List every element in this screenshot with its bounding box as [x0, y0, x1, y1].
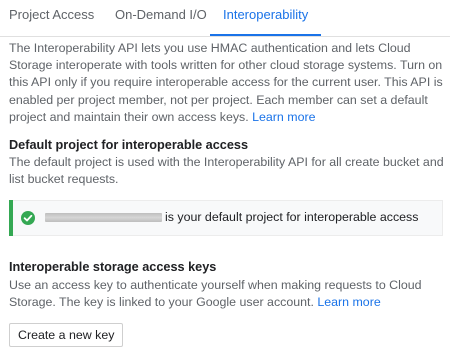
create-new-key-button[interactable]: Create a new key — [9, 323, 124, 347]
active-tab-indicator — [210, 34, 321, 36]
tab-bar: Project Access On-Demand I/O Interoperab… — [0, 0, 450, 37]
intro-learn-more-link[interactable]: Learn more — [252, 110, 315, 124]
access-keys-learn-more-link[interactable]: Learn more — [317, 295, 380, 309]
tab-interoperability[interactable]: Interoperability — [223, 7, 308, 22]
check-circle-icon — [21, 211, 35, 225]
intro-text: The Interoperability API lets you use HM… — [9, 41, 443, 124]
default-project-description: The default project is used with the Int… — [9, 155, 444, 187]
intro-paragraph: The Interoperability API lets you use HM… — [9, 40, 445, 126]
redacted-project-name — [45, 213, 162, 222]
notice-accent-bar — [9, 200, 13, 236]
default-project-notice: is your default project for interoperabl… — [9, 200, 443, 236]
access-keys-description: Use an access key to authenticate yourse… — [9, 277, 445, 311]
tab-on-demand-io[interactable]: On-Demand I/O — [115, 7, 207, 22]
access-keys-heading: Interoperable storage access keys — [9, 260, 217, 274]
default-project-heading: Default project for interoperable access — [9, 138, 249, 152]
notice-text: is your default project for interoperabl… — [165, 210, 419, 224]
tab-project-access[interactable]: Project Access — [9, 7, 94, 22]
